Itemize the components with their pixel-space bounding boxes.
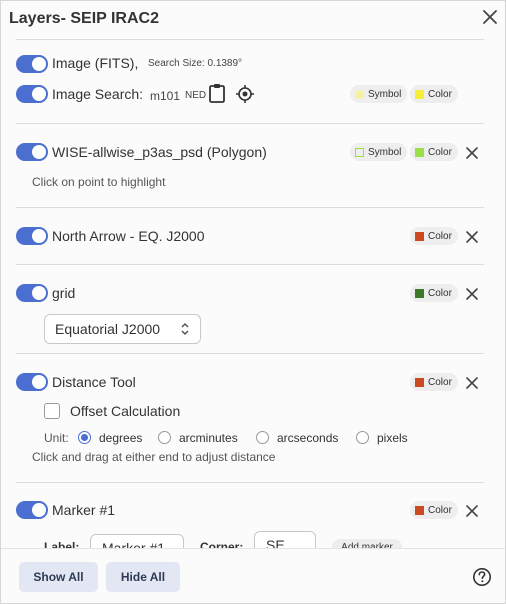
- image-layer-label: Image (FITS),: [52, 55, 139, 71]
- search-size-text: Search Size: 0.1389°: [148, 58, 243, 69]
- wise-hint: Click on point to highlight: [32, 175, 166, 189]
- color-swatch: [415, 288, 424, 298]
- remove-layer-icon[interactable]: [465, 230, 479, 244]
- unit-radio-arcminutes[interactable]: [158, 431, 171, 444]
- divider: [16, 353, 484, 354]
- target-icon[interactable]: [235, 84, 255, 104]
- symbol-label: Symbol: [368, 146, 402, 158]
- hide-all-button[interactable]: Hide All: [106, 562, 180, 592]
- unit-radio-arcseconds[interactable]: [256, 431, 269, 444]
- show-all-button[interactable]: Show All: [19, 562, 98, 592]
- color-chip[interactable]: Color: [410, 501, 458, 519]
- unit-radio-degrees[interactable]: [78, 431, 91, 444]
- color-swatch: [415, 89, 424, 99]
- color-label: Color: [428, 504, 452, 516]
- color-label: Color: [428, 146, 452, 158]
- ned-label: NED: [185, 90, 207, 101]
- color-chip[interactable]: Color: [410, 143, 458, 161]
- wise-layer-label: WISE-allwise_p3as_psd (Polygon): [52, 144, 267, 160]
- symbol-chip[interactable]: Symbol: [350, 143, 408, 161]
- color-label: Color: [428, 88, 452, 100]
- color-chip[interactable]: Color: [410, 85, 458, 103]
- layers-dialog: Layers- SEIP IRAC2 Image (FITS), Search …: [0, 0, 506, 604]
- unit-option-label: arcminutes: [179, 431, 238, 445]
- color-chip[interactable]: Color: [410, 284, 458, 302]
- marker-toggle[interactable]: [16, 501, 48, 519]
- chevron-updown-icon: [180, 322, 190, 339]
- color-swatch: [415, 231, 424, 241]
- unit-option-label: pixels: [377, 431, 408, 445]
- remove-layer-icon[interactable]: [465, 504, 479, 518]
- divider: [16, 39, 484, 40]
- unit-label: Unit:: [44, 431, 69, 445]
- image-search-label: Image Search:: [52, 86, 144, 102]
- coordinate-system-value: Equatorial J2000: [55, 321, 161, 337]
- unit-option-label: degrees: [99, 431, 143, 445]
- offset-calculation-label: Offset Calculation: [70, 403, 181, 419]
- symbol-label: Symbol: [368, 88, 402, 100]
- help-icon[interactable]: [472, 567, 492, 587]
- unit-option-label: arcseconds: [277, 431, 339, 445]
- color-swatch: [415, 505, 424, 515]
- coordinate-system-select[interactable]: Equatorial J2000: [44, 314, 201, 344]
- symbol-chip[interactable]: Symbol: [350, 85, 408, 103]
- color-label: Color: [428, 376, 452, 388]
- divider: [16, 264, 484, 265]
- color-chip[interactable]: Color: [410, 373, 458, 391]
- image-layer-toggle[interactable]: [16, 55, 48, 73]
- divider: [16, 123, 484, 124]
- wise-layer-toggle[interactable]: [16, 143, 48, 161]
- divider: [16, 482, 484, 483]
- grid-toggle[interactable]: [16, 284, 48, 302]
- search-target: m101: [150, 89, 181, 103]
- north-arrow-toggle[interactable]: [16, 227, 48, 245]
- distance-hint: Click and drag at either end to adjust d…: [32, 450, 276, 464]
- color-label: Color: [428, 230, 452, 242]
- divider: [16, 207, 484, 208]
- offset-calculation-checkbox[interactable]: [44, 403, 60, 419]
- dialog-title: Layers- SEIP IRAC2: [9, 10, 159, 27]
- color-swatch: [415, 377, 424, 387]
- color-swatch: [415, 147, 424, 157]
- close-dialog-icon[interactable]: [481, 8, 499, 26]
- color-label: Color: [428, 287, 452, 299]
- clipboard-icon[interactable]: [208, 83, 226, 103]
- color-chip[interactable]: Color: [410, 227, 458, 245]
- image-search-toggle[interactable]: [16, 85, 48, 103]
- remove-layer-icon[interactable]: [465, 376, 479, 390]
- north-arrow-label: North Arrow - EQ. J2000: [52, 228, 205, 244]
- distance-tool-toggle[interactable]: [16, 373, 48, 391]
- symbol-swatch: [355, 147, 364, 157]
- unit-radio-pixels[interactable]: [356, 431, 369, 444]
- remove-layer-icon[interactable]: [465, 146, 479, 160]
- marker-label: Marker #1: [52, 502, 116, 518]
- distance-tool-label: Distance Tool: [52, 374, 136, 390]
- remove-layer-icon[interactable]: [465, 287, 479, 301]
- footer-divider: [1, 548, 505, 549]
- grid-label: grid: [52, 285, 76, 301]
- symbol-swatch: [355, 89, 364, 99]
